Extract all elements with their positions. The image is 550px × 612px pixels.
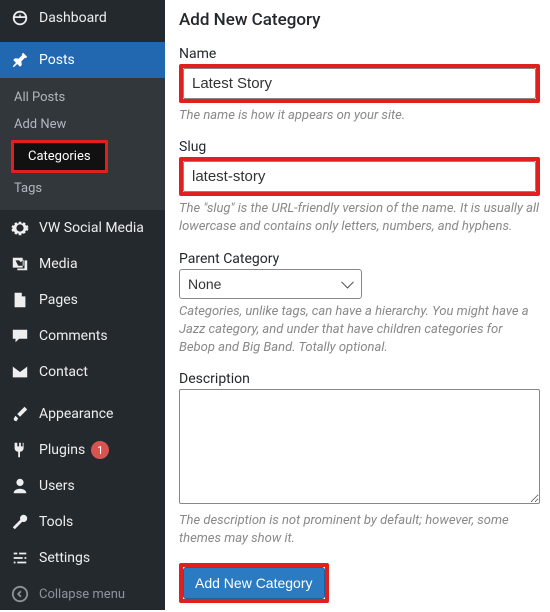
pin-icon (10, 50, 30, 70)
sidebar-item-plugins[interactable]: Plugins 1 (0, 432, 165, 468)
description-help: The description is not prominent by defa… (179, 512, 540, 548)
sidebar-item-label: Appearance (39, 406, 113, 422)
parent-help: Categories, unlike tags, can have a hier… (179, 303, 540, 358)
sidebar-item-label: Dashboard (39, 10, 107, 26)
sliders-icon (10, 548, 30, 568)
page-title: Add New Category (179, 10, 540, 30)
sidebar-item-contact[interactable]: Contact (0, 354, 165, 390)
brush-icon (10, 404, 30, 424)
sidebar-item-appearance[interactable]: Appearance (0, 396, 165, 432)
posts-submenu: All Posts Add New Categories Tags (0, 78, 165, 210)
sidebar-item-label: Tools (39, 514, 73, 530)
parent-label: Parent Category (179, 251, 540, 267)
highlight-name (179, 64, 540, 103)
user-icon (10, 476, 30, 496)
comment-icon (10, 326, 30, 346)
media-icon (10, 254, 30, 274)
slug-label: Slug (179, 139, 540, 155)
sidebar-item-label: VW Social Media (39, 220, 144, 236)
gear-icon (10, 218, 30, 238)
name-label: Name (179, 46, 540, 62)
sidebar-item-media[interactable]: Media (0, 246, 165, 282)
sidebar-item-label: Users (39, 478, 75, 494)
submenu-tags[interactable]: Tags (0, 175, 56, 202)
highlight-submit: Add New Category (179, 563, 329, 603)
submenu-categories[interactable]: Categories (11, 140, 108, 173)
page-icon (10, 290, 30, 310)
description-textarea[interactable] (179, 389, 540, 504)
admin-sidebar: Dashboard Posts All Posts Add New Catego… (0, 0, 165, 610)
sidebar-item-vw-social[interactable]: VW Social Media (0, 210, 165, 246)
slug-help: The "slug" is the URL-friendly version o… (179, 200, 540, 236)
submenu-all-posts[interactable]: All Posts (0, 84, 79, 111)
sidebar-item-label: Comments (39, 328, 108, 344)
sidebar-item-settings[interactable]: Settings (0, 540, 165, 576)
wrench-icon (10, 512, 30, 532)
highlight-slug (179, 157, 540, 196)
collapse-icon (10, 584, 30, 604)
sidebar-item-dashboard[interactable]: Dashboard (0, 0, 165, 36)
main-content: Add New Category Name The name is how it… (165, 0, 550, 610)
parent-select[interactable]: None (179, 269, 362, 299)
sidebar-item-label: Plugins (39, 442, 85, 458)
mail-icon (10, 362, 30, 382)
sidebar-item-label: Pages (39, 292, 78, 308)
sidebar-collapse[interactable]: Collapse menu (0, 576, 165, 612)
update-badge: 1 (91, 441, 109, 459)
sidebar-item-tools[interactable]: Tools (0, 504, 165, 540)
sidebar-item-label: Collapse menu (39, 587, 125, 602)
sidebar-item-posts[interactable]: Posts (0, 42, 165, 78)
dashboard-icon (10, 8, 30, 28)
sidebar-item-pages[interactable]: Pages (0, 282, 165, 318)
add-category-button[interactable]: Add New Category (183, 567, 325, 599)
sidebar-item-users[interactable]: Users (0, 468, 165, 504)
sidebar-item-label: Posts (39, 52, 75, 68)
sidebar-item-comments[interactable]: Comments (0, 318, 165, 354)
submenu-add-new[interactable]: Add New (0, 111, 80, 138)
sidebar-item-label: Media (39, 256, 78, 272)
name-input[interactable] (183, 68, 536, 99)
sidebar-item-label: Contact (39, 364, 88, 380)
description-label: Description (179, 371, 540, 387)
plug-icon (10, 440, 30, 460)
name-help: The name is how it appears on your site. (179, 107, 540, 125)
slug-input[interactable] (183, 161, 536, 192)
sidebar-item-label: Settings (39, 550, 90, 566)
